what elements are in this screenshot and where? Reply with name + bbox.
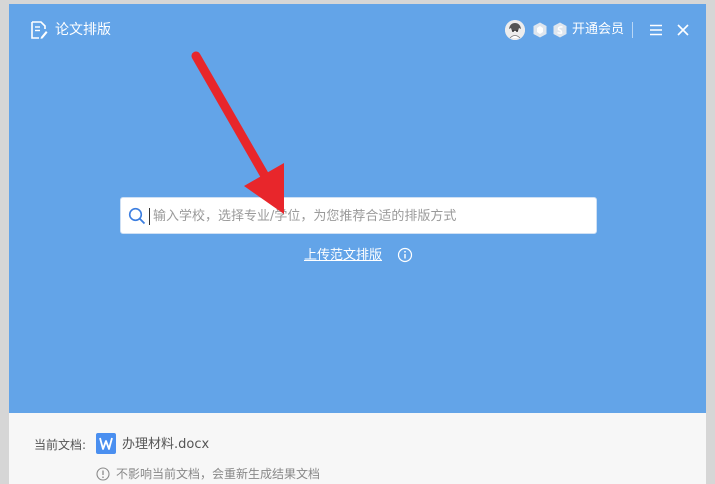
- close-icon[interactable]: [674, 21, 692, 39]
- footer-panel: 当前文档: 办理材料.docx 不影响当前文档，会重新生成结果文档: [9, 413, 706, 484]
- user-avatar[interactable]: [505, 20, 525, 40]
- avatar-icon: [505, 20, 525, 40]
- app-title: 论文排版: [55, 22, 111, 38]
- text-caret: [149, 208, 150, 225]
- document-name: 办理材料.docx: [122, 437, 210, 452]
- open-membership-link[interactable]: 开通会员: [572, 20, 624, 40]
- search-icon: [128, 207, 146, 225]
- school-search-input[interactable]: [151, 199, 595, 234]
- word-document-icon: [96, 433, 116, 454]
- hamburger-menu-icon[interactable]: [647, 21, 665, 39]
- paper-format-window: 论文排版 开通会员 输入学校，选择专业/学位，为您推荐合适的排版方式 上传范文排…: [9, 4, 706, 484]
- title-bar: 论文排版 开通会员: [9, 4, 706, 56]
- current-document-label: 当前文档:: [34, 438, 87, 452]
- title-divider: [632, 22, 633, 38]
- note-text: 不影响当前文档，会重新生成结果文档: [116, 467, 321, 481]
- document-edit-icon: [31, 21, 48, 39]
- level-badge-icon[interactable]: [552, 22, 568, 38]
- school-search-box[interactable]: [120, 197, 597, 234]
- membership-badge-icon[interactable]: [532, 22, 548, 38]
- red-arrow-annotation: [191, 51, 284, 214]
- info-icon[interactable]: [397, 247, 413, 263]
- note-info-icon: [96, 467, 110, 481]
- upload-sample-link[interactable]: 上传范文排版: [304, 246, 382, 266]
